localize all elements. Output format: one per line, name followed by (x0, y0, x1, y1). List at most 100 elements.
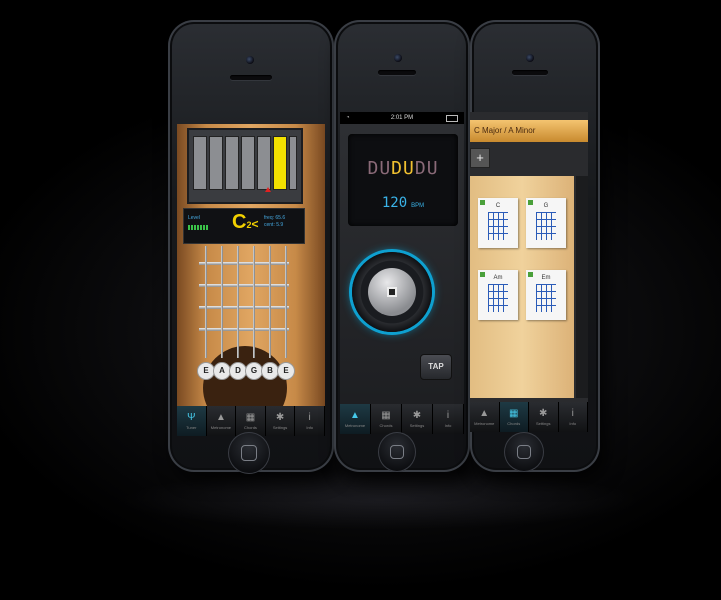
tab-chords[interactable]: ▦ Chords (499, 402, 529, 432)
home-button[interactable] (228, 432, 270, 474)
chords-screen: C Major / A Minor + C G Am Em ▲ Metronome… (470, 112, 588, 432)
metronome-icon: ▲ (215, 412, 226, 423)
beat: U (426, 158, 439, 179)
tab-label: Chords (507, 421, 521, 426)
floor-shadow (120, 470, 640, 530)
tuning-fork-icon: Ψ (187, 412, 196, 423)
freq-label: freq: (264, 215, 275, 221)
tuning-meter (187, 128, 303, 204)
note-letter: C (232, 211, 247, 233)
level-label: Level (188, 215, 200, 221)
metronome-icon: ▲ (350, 410, 360, 421)
fret (199, 284, 289, 287)
earpiece-speaker (230, 75, 272, 80)
freq-value: 65.6 (275, 215, 286, 221)
add-chord-button[interactable]: + (470, 148, 490, 168)
tab-info[interactable]: i Info (559, 402, 588, 432)
guitar-string (205, 246, 207, 358)
bpm-value: 120 (381, 195, 408, 211)
tab-settings[interactable]: ✱ Settings (266, 406, 296, 436)
meter-bar-active (273, 136, 287, 190)
front-camera (394, 54, 402, 62)
home-button[interactable] (504, 432, 544, 472)
tab-bar: ▲ Metronome ▦ Chords ✱ Settings i Info (470, 402, 588, 432)
tab-tuner[interactable]: Ψ Tuner (177, 406, 207, 436)
tab-label: Settings (409, 423, 425, 428)
earpiece-speaker (512, 70, 548, 75)
tab-label: Settings (536, 421, 551, 426)
status-time: 2:01 PM (390, 115, 414, 121)
chord-card-am[interactable]: Am (478, 270, 518, 320)
meter-bar (289, 136, 297, 190)
key-selector[interactable]: C Major / A Minor (470, 120, 588, 142)
tab-info[interactable]: i Info (295, 406, 325, 436)
tuner-readout: Level C2< freq: 65.6 cent: 5.9 (183, 208, 305, 244)
chord-card-em[interactable]: Em (526, 270, 566, 320)
meter-bar (209, 136, 223, 190)
chord-diagram (536, 212, 556, 240)
info-icon: i (308, 412, 311, 423)
chord-board: C G Am Em (470, 176, 574, 398)
tuner-screen: Level C2< freq: 65.6 cent: 5.9 E A D G B… (177, 124, 325, 436)
tab-label: Metronome (344, 423, 366, 428)
detected-note: C2< (232, 211, 258, 234)
beat-current: D (391, 158, 403, 179)
stop-icon (387, 287, 397, 297)
chord-grid-icon: ▦ (245, 412, 256, 423)
tab-label: Chords (379, 423, 393, 428)
guitar-string (285, 246, 287, 358)
chord-diagram (488, 284, 508, 312)
fret (199, 306, 289, 309)
beat: U (379, 158, 392, 179)
phone-tuner: Level C2< freq: 65.6 cent: 5.9 E A D G B… (168, 20, 334, 474)
metronome-screen: ◔ 2:01 PM DUDUDU 120 BPM TAP ▲ Metronome ▦… (340, 112, 464, 434)
home-button[interactable] (378, 432, 416, 472)
info-icon: i (446, 410, 450, 421)
bpm-unit: BPM (411, 203, 425, 209)
tab-label: Info (569, 421, 577, 426)
tab-label: Settings (272, 425, 288, 430)
gear-icon: ✱ (275, 412, 285, 423)
strum-pattern: DUDUDU (348, 158, 458, 179)
level-meter (188, 225, 208, 230)
beat: D (414, 158, 427, 179)
tab-label: Metronome (474, 421, 495, 426)
metronome-display: DUDUDU 120 BPM (348, 134, 458, 226)
side-panel (576, 176, 588, 398)
tap-tempo-button[interactable]: TAP (420, 354, 452, 380)
string-button-e-high[interactable]: E (277, 362, 295, 380)
tab-label: Tuner (186, 425, 197, 430)
guitar-string (237, 246, 239, 358)
note-direction: < (251, 217, 259, 231)
tab-info[interactable]: i Info (433, 404, 464, 434)
gear-icon: ✱ (412, 410, 422, 421)
tab-chords[interactable]: ▦ Chords (371, 404, 402, 434)
tab-label: Info (444, 423, 452, 428)
tab-label: Info (306, 425, 313, 430)
tempo-dial[interactable] (352, 252, 432, 332)
meter-pointer (265, 187, 271, 192)
tab-settings[interactable]: ✱ Settings (402, 404, 433, 434)
front-camera (246, 56, 254, 64)
tab-metronome[interactable]: ▲ Metronome (340, 404, 371, 434)
frequency-info: freq: 65.6 cent: 5.9 (264, 215, 285, 229)
tab-metronome[interactable]: ▲ Metronome (470, 402, 500, 432)
meter-bar (193, 136, 207, 190)
tab-metronome[interactable]: ▲ Metronome (207, 406, 237, 436)
earpiece-speaker (378, 70, 416, 75)
chord-card-g[interactable]: G (526, 198, 566, 248)
phone-chords: C Major / A Minor + C G Am Em ▲ Metronome… (470, 20, 600, 472)
tab-bar: ▲ Metronome ▦ Chords ✱ Settings i Info (340, 404, 464, 434)
gear-icon: ✱ (539, 408, 548, 419)
front-camera (526, 54, 534, 62)
chord-grid-icon: ▦ (509, 408, 519, 419)
tab-settings[interactable]: ✱ Settings (529, 402, 559, 432)
info-icon: i (571, 408, 574, 419)
meter-bar (257, 136, 271, 190)
battery-icon (446, 115, 458, 122)
fret (199, 328, 289, 331)
fret (199, 262, 289, 265)
chord-card-c[interactable]: C (478, 198, 518, 248)
cent-value: 5.9 (276, 222, 284, 228)
start-stop-knob[interactable] (368, 268, 416, 316)
